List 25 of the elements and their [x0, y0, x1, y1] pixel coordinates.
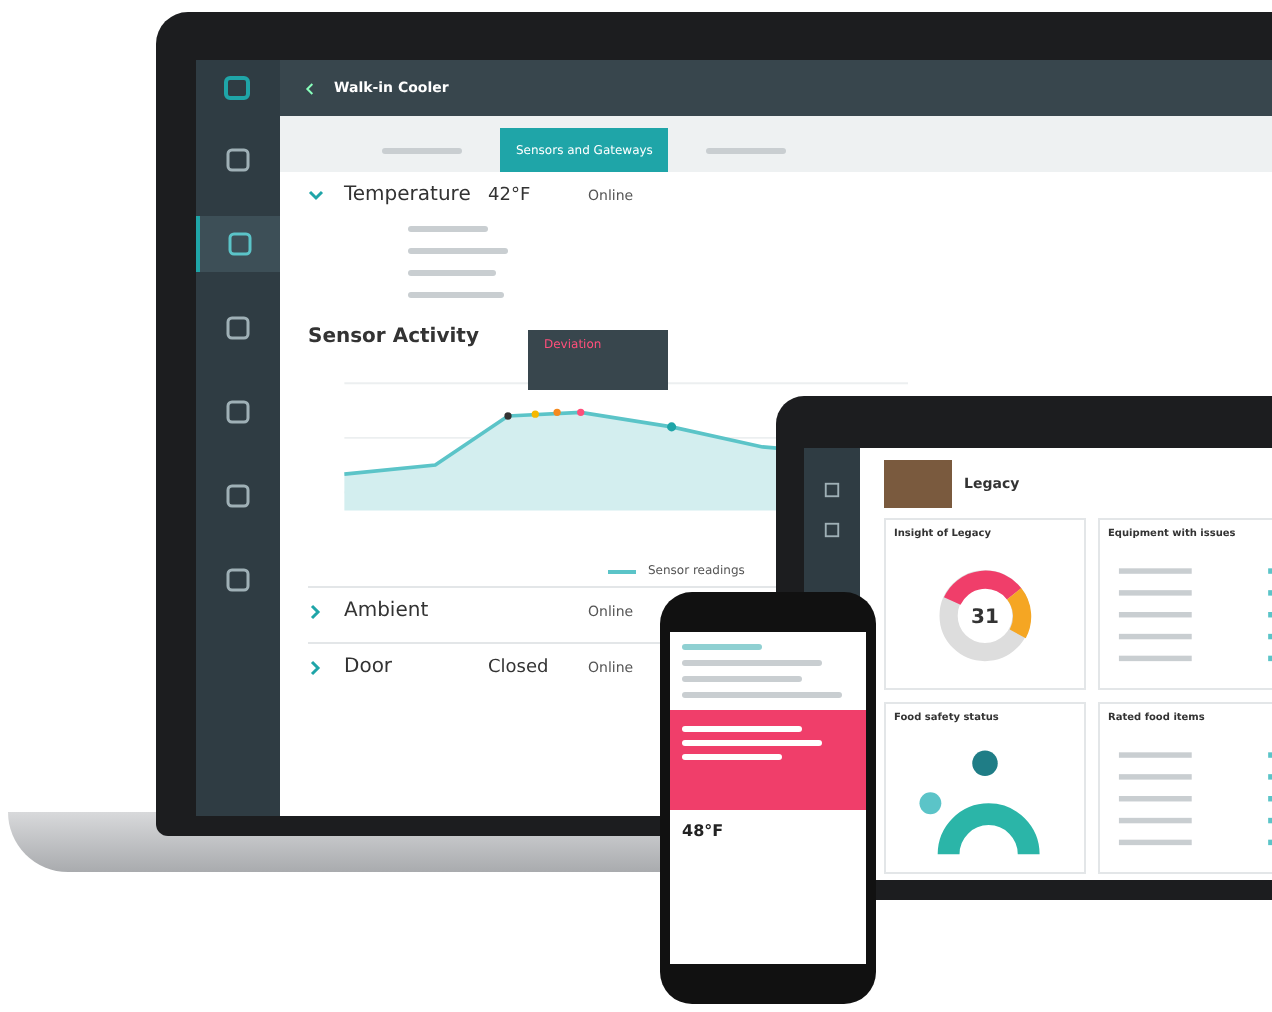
blurred-text [408, 248, 508, 254]
blurred-text [682, 754, 782, 760]
blurred-text [682, 726, 802, 732]
sensor-name: Ambient [344, 600, 431, 622]
sensor-reading: 42°F [488, 185, 533, 205]
blurred-text [682, 660, 822, 666]
sensor-name: Temperature [344, 184, 468, 206]
back-icon[interactable] [304, 81, 314, 95]
chevron-icon[interactable] [308, 659, 324, 675]
blurred-text [408, 226, 488, 232]
blurred-text [682, 644, 762, 650]
blurred-text [682, 676, 802, 682]
sensor-name: Door [344, 656, 395, 678]
blurred-text [408, 270, 496, 276]
chevron-icon[interactable] [308, 187, 324, 203]
chevron-icon[interactable] [308, 603, 324, 619]
blurred-text [682, 740, 822, 746]
photo-placeholder [884, 460, 952, 508]
legend-line [608, 569, 636, 573]
temperature-value: 48°F [680, 820, 726, 844]
section-title: Sensor Activity [308, 326, 479, 348]
donut-chart-drawing: 31 [894, 548, 1076, 676]
sensor-reading: Closed [488, 657, 551, 677]
blurred-text [408, 292, 504, 298]
logo-icon [222, 72, 254, 104]
